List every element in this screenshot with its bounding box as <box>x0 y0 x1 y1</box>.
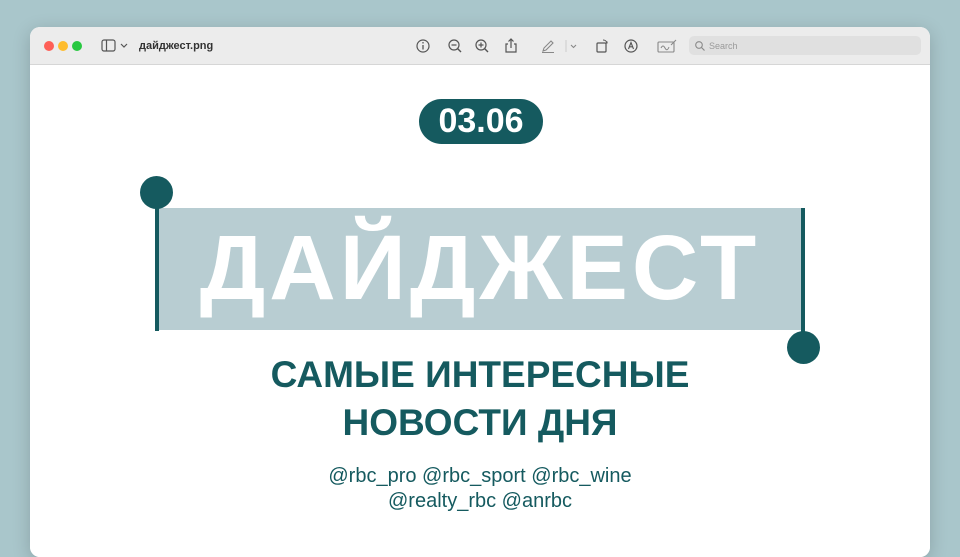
close-button[interactable] <box>44 41 54 51</box>
info-button[interactable] <box>414 37 432 55</box>
subtitle-line-1: САМЫЕ ИНТЕРЕСНЫЕ <box>270 354 690 395</box>
search-input[interactable] <box>707 36 914 55</box>
rotate-button[interactable] <box>593 37 611 55</box>
zoom-button[interactable] <box>72 41 82 51</box>
zoom-out-icon <box>448 39 462 53</box>
search-icon <box>695 41 705 51</box>
zoom-in-button[interactable] <box>473 37 491 55</box>
markup-button[interactable] <box>622 37 640 55</box>
handles-line-1: @rbc_pro @rbc_sport @rbc_wine <box>328 465 632 487</box>
sidebar-icon <box>101 39 128 52</box>
markup-pen-button[interactable] <box>539 37 557 55</box>
signature-icon <box>657 39 677 53</box>
sidebar-toggle-button[interactable] <box>101 38 131 54</box>
chevron-down-icon <box>565 40 577 52</box>
info-icon <box>416 39 430 53</box>
handles-line-2: @realty_rbc @anrbc <box>387 490 572 512</box>
zoom-out-button[interactable] <box>446 37 464 55</box>
headline-title: ДАЙДЖЕСТ <box>199 217 761 319</box>
social-handles: @rbc_pro @rbc_sport @rbc_wine @realty_rb… <box>30 464 930 514</box>
share-button[interactable] <box>502 37 520 55</box>
subtitle-line-2: НОВОСТИ ДНЯ <box>342 402 618 443</box>
markup-pen-options-button[interactable] <box>565 37 583 55</box>
window-title: дайджест.png <box>139 40 214 52</box>
zoom-in-icon <box>475 39 489 53</box>
signature-button[interactable] <box>656 37 677 55</box>
date-badge: 03.06 <box>419 99 543 144</box>
subtitle: САМЫЕ ИНТЕРЕСНЫЕ НОВОСТИ ДНЯ <box>30 351 930 447</box>
rotate-icon <box>596 39 608 53</box>
title-bar: дайджест.png <box>30 27 930 65</box>
markup-pen-icon <box>542 40 554 53</box>
share-icon <box>505 38 517 53</box>
markup-icon <box>624 39 638 53</box>
image-canvas: 03.06 ДАЙДЖЕСТ САМЫЕ ИНТЕРЕСНЫЕ НОВОСТИ … <box>30 65 930 557</box>
preview-window: дайджест.png Search 03.06 ДАЙДЖЕСТ САМЫЕ… <box>30 27 930 557</box>
search-field[interactable] <box>689 36 921 55</box>
minimize-button[interactable] <box>58 41 68 51</box>
